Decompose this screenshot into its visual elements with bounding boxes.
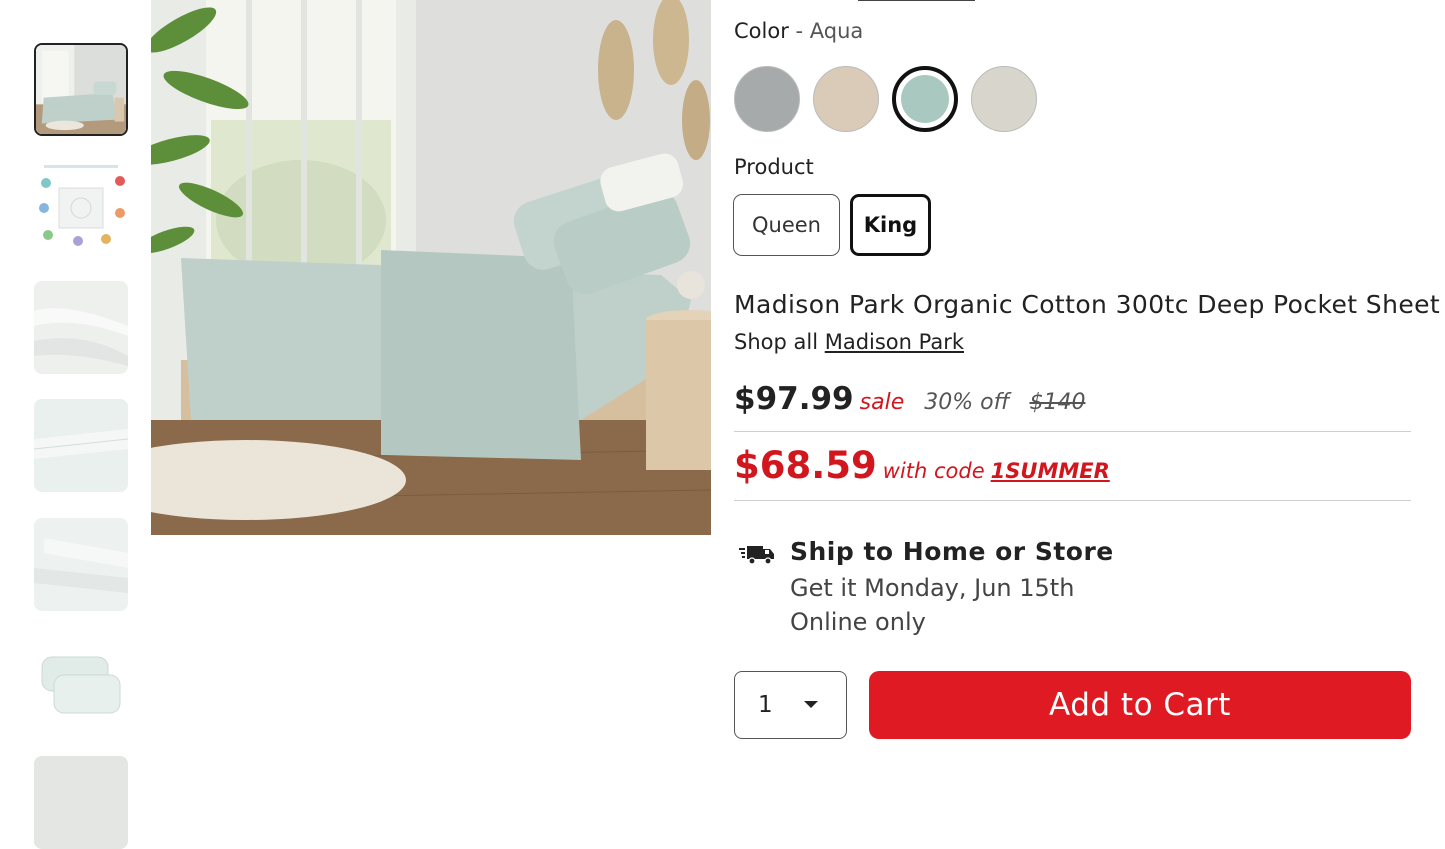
top-link-underline <box>858 0 975 1</box>
thumbnail-bedroom-image <box>36 45 126 134</box>
color-swatch-aqua[interactable] <box>892 66 958 132</box>
thumbnail-folded-sheet-stack[interactable] <box>34 518 128 611</box>
add-to-cart-button[interactable]: Add to Cart <box>869 671 1411 739</box>
thumbnail-infographic-image <box>34 163 128 256</box>
thumbnail-folded-stack-image <box>34 518 128 611</box>
color-label: Color <box>734 19 789 43</box>
promo-row: $68.59 with code 1SUMMER <box>734 444 1110 487</box>
discount-percent: 30% off <box>924 390 1010 415</box>
promo-divider <box>734 500 1411 501</box>
thumbnail-pillowcases[interactable] <box>34 637 128 730</box>
price-row: $97.99 sale 30% off $140 <box>734 381 1085 417</box>
thumbnail-folded-detail-image <box>34 399 128 492</box>
color-swatch-gray[interactable] <box>734 66 800 132</box>
quantity-value: 1 <box>758 692 773 718</box>
sale-label: sale <box>859 390 905 415</box>
thumbnail-feature-infographic[interactable] <box>34 163 128 256</box>
bedroom-scene-illustration <box>151 0 711 535</box>
delivery-truck-icon <box>739 546 774 565</box>
color-label-row: Color - Aqua <box>734 19 863 43</box>
size-option-queen[interactable]: Queen <box>733 194 840 256</box>
thumbnail-bedroom-scene[interactable] <box>34 43 128 136</box>
delivery-date: Get it Monday, Jun 15th <box>790 574 1075 602</box>
price-divider <box>734 431 1411 432</box>
thumbnail-fabric-closeup[interactable] <box>34 281 128 374</box>
thumbnail-pillowcases-image <box>34 637 128 730</box>
promo-price: $68.59 <box>734 444 877 487</box>
shop-all-brand: Shop all Madison Park <box>734 330 964 354</box>
thumbnail-fabric-image <box>34 281 128 374</box>
promo-code-link[interactable]: 1SUMMER <box>991 459 1110 483</box>
color-separator: - <box>795 19 804 43</box>
thumbnail-additional-image <box>34 756 128 849</box>
availability-note: Online only <box>790 608 926 636</box>
size-section-label: Product <box>734 155 814 179</box>
brand-link[interactable]: Madison Park <box>825 330 964 354</box>
shipping-title: Ship to Home or Store <box>790 537 1114 566</box>
main-product-image[interactable] <box>151 0 711 535</box>
thumbnail-folded-sheet-detail[interactable] <box>34 399 128 492</box>
original-price: $140 <box>1029 390 1086 415</box>
thumbnail-additional-view[interactable] <box>34 756 128 849</box>
color-swatch-sand[interactable] <box>813 66 879 132</box>
color-swatch-ivory[interactable] <box>971 66 1037 132</box>
size-option-king[interactable]: King <box>850 194 931 256</box>
caret-down-icon <box>804 701 818 708</box>
sale-price: $97.99 <box>734 381 854 417</box>
color-value: Aqua <box>809 19 864 43</box>
shop-all-prefix: Shop all <box>734 330 819 354</box>
product-title: Madison Park Organic Cotton 300tc Deep P… <box>734 290 1445 319</box>
promo-text: with code <box>882 459 985 483</box>
quantity-select[interactable]: 1 <box>734 671 847 739</box>
